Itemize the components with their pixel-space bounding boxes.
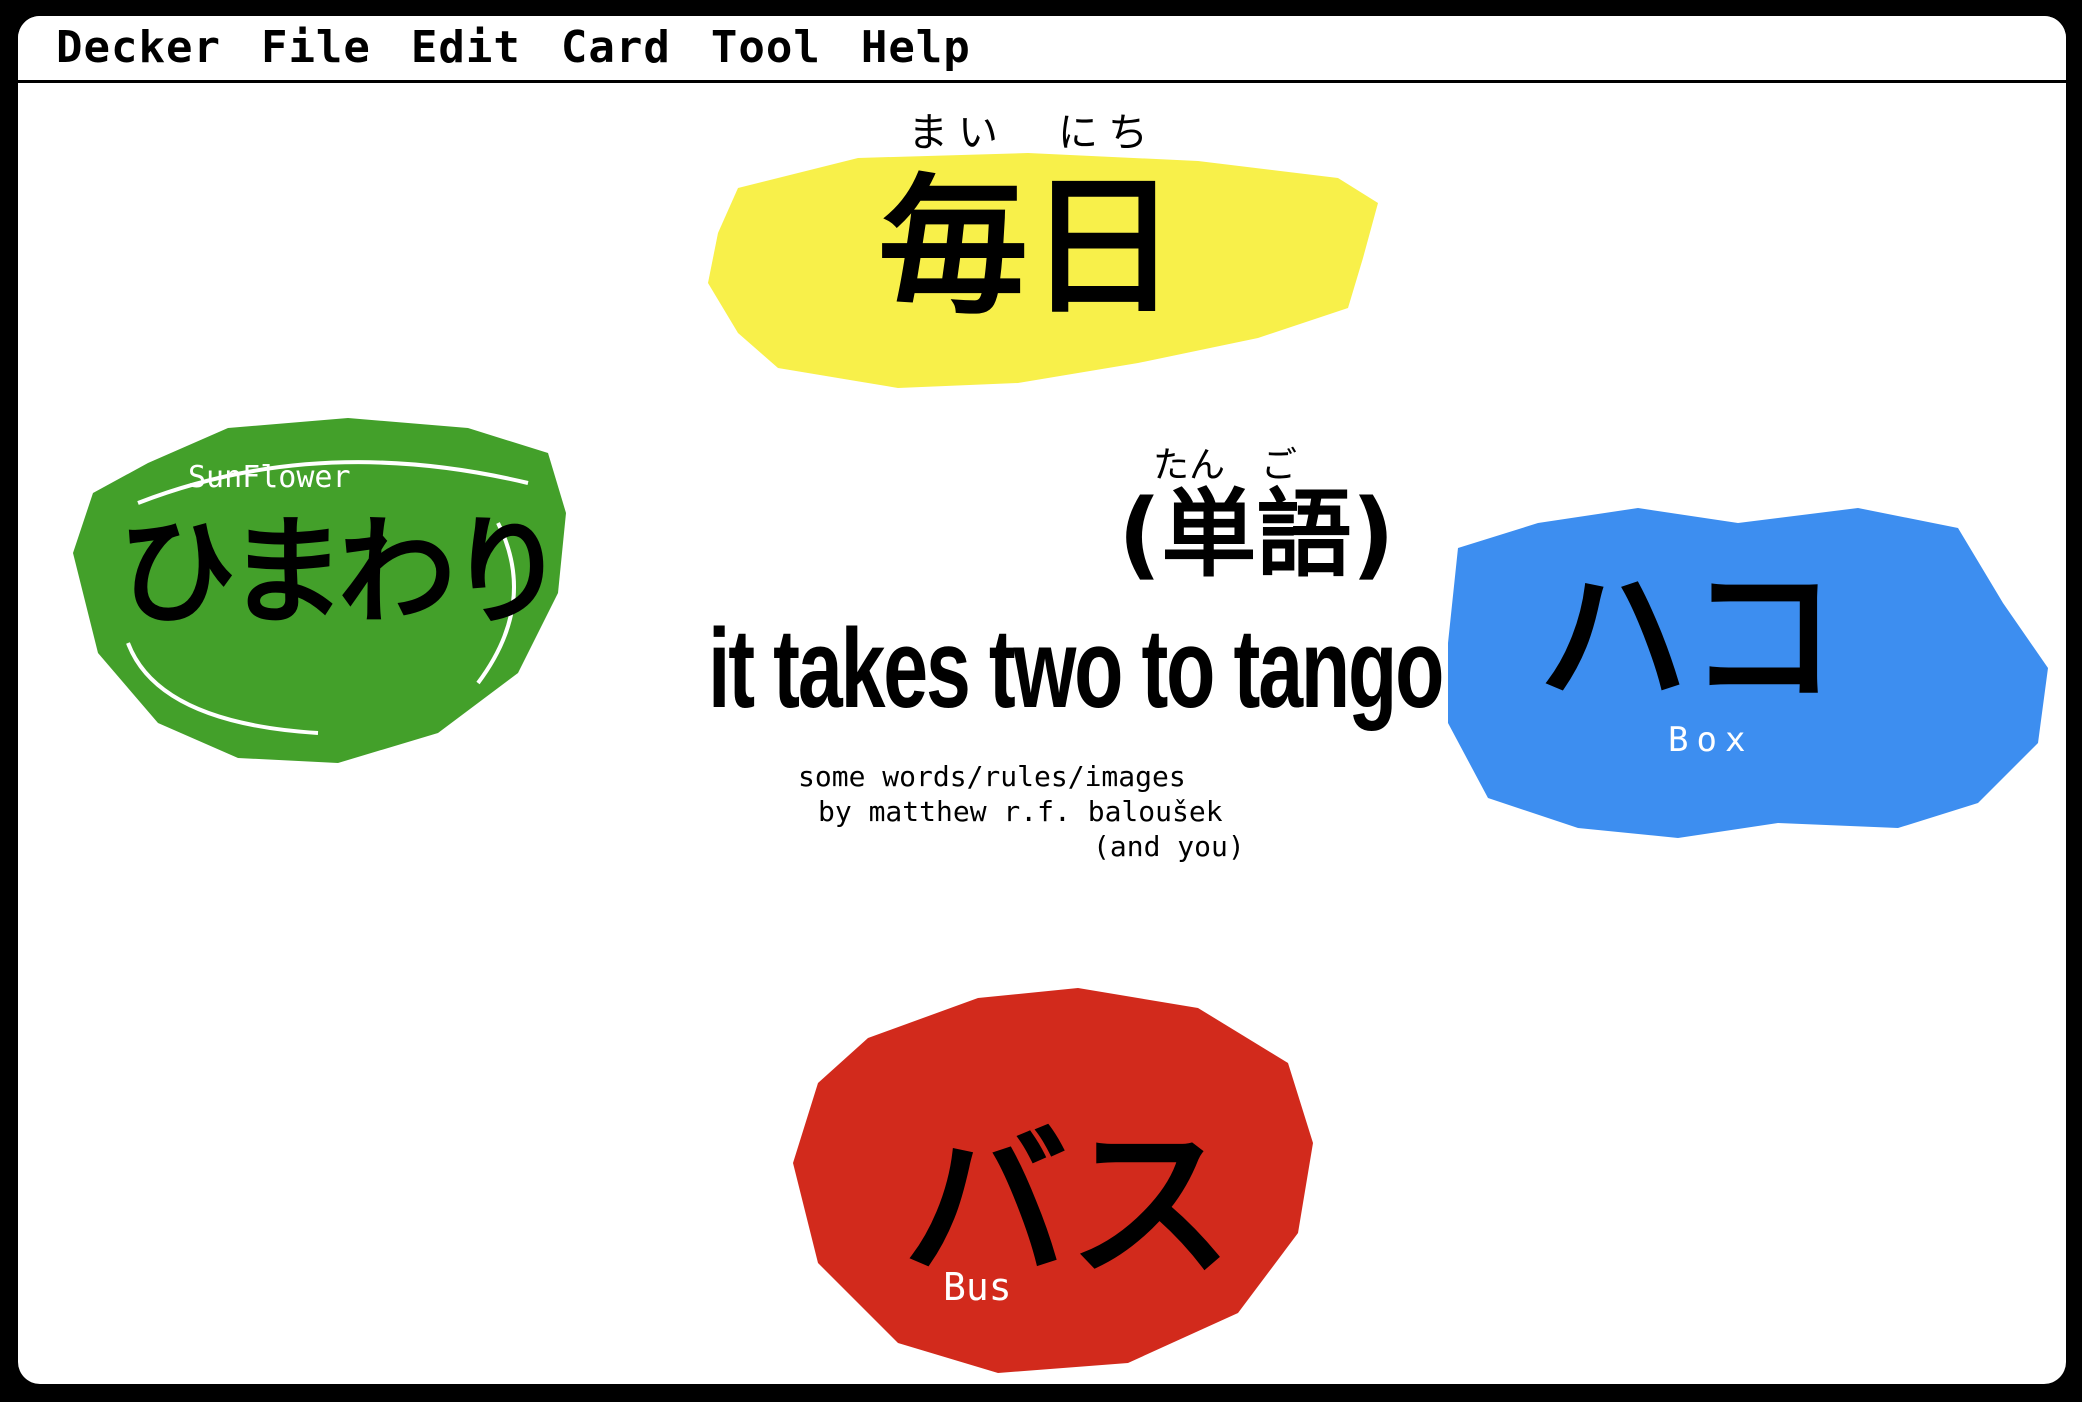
mainichi-furigana: まい にち: [908, 110, 1158, 156]
menu-edit[interactable]: Edit: [391, 16, 541, 80]
basu-kana: バス: [903, 1109, 1233, 1301]
credit-line-2: by matthew r.f. baloušek: [818, 795, 1223, 828]
mainichi-kanji: 毎日: [878, 161, 1179, 335]
decker-window: Decker File Edit Card Tool Help まい にち 毎日…: [18, 16, 2066, 1384]
hako-kana: ハコ: [1538, 551, 1839, 725]
title-card: まい にち 毎日 たん ご (単語) it takes two to tango…: [18, 83, 2066, 1384]
bus-label: Bus: [943, 1265, 1012, 1309]
menu-decker[interactable]: Decker: [18, 16, 241, 80]
tango-kanji: (単語): [1118, 480, 1395, 590]
sunflower-label: SunFlower: [188, 460, 351, 495]
menu-tool[interactable]: Tool: [691, 16, 841, 80]
tango-furigana: たん ご: [1153, 445, 1298, 486]
menu-card[interactable]: Card: [541, 16, 691, 80]
menu-help[interactable]: Help: [841, 16, 991, 80]
menu-bar: Decker File Edit Card Tool Help: [18, 16, 2066, 83]
credit-line-1: some words/rules/images: [798, 760, 1186, 793]
game-title: it takes two to tango: [708, 606, 1444, 731]
box-label: Box: [1668, 720, 1754, 760]
himawari-kana: ひまわり: [118, 503, 566, 641]
credit-line-3: (and you): [1093, 830, 1245, 863]
menu-file[interactable]: File: [241, 16, 391, 80]
